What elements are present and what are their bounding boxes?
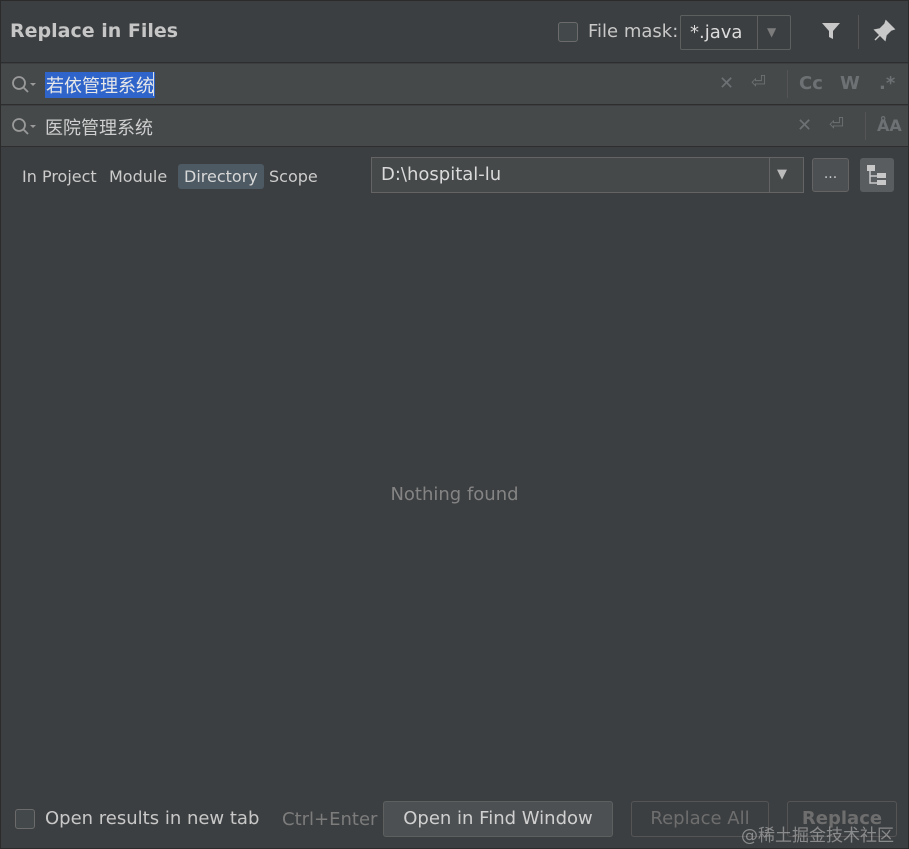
- combo-divider: [769, 158, 770, 192]
- regex-toggle[interactable]: .*: [879, 73, 895, 94]
- tab-scope[interactable]: Scope: [263, 164, 324, 189]
- match-case-toggle[interactable]: Cc: [799, 73, 823, 94]
- text-caret: [153, 72, 154, 96]
- options-divider: [787, 70, 788, 98]
- clear-icon[interactable]: ✕: [719, 73, 734, 94]
- header-divider: [858, 15, 859, 49]
- dialog-header: Replace in Files File mask: *.java ▼: [1, 1, 908, 63]
- replace-row: 医院管理系统 ✕ ⏎ ÅA: [1, 106, 908, 147]
- file-mask-value: *.java: [690, 22, 743, 43]
- dialog-title: Replace in Files: [10, 20, 179, 42]
- empty-results-message: Nothing found: [390, 484, 519, 505]
- clear-icon[interactable]: ✕: [797, 115, 812, 136]
- filter-icon[interactable]: [819, 19, 843, 47]
- replace-input[interactable]: 医院管理系统: [45, 114, 153, 140]
- watermark: @稀土掘金技术社区: [741, 826, 894, 846]
- find-input[interactable]: 若依管理系统: [45, 72, 155, 98]
- recursive-directory-toggle[interactable]: [860, 158, 894, 192]
- search-icon[interactable]: [11, 117, 37, 141]
- options-divider: [865, 112, 866, 140]
- tab-in-project[interactable]: In Project: [16, 164, 103, 189]
- chevron-down-icon[interactable]: ▼: [767, 25, 776, 39]
- chevron-down-icon[interactable]: ▼: [777, 167, 787, 182]
- replace-in-files-dialog: Replace in Files File mask: *.java ▼ 若依管…: [0, 0, 909, 849]
- shortcut-hint: Ctrl+Enter: [282, 809, 378, 830]
- combo-divider: [757, 16, 758, 49]
- newline-icon[interactable]: ⏎: [829, 114, 844, 135]
- directory-combo[interactable]: D:\hospital-lu ▼: [371, 157, 804, 193]
- tab-directory[interactable]: Directory: [178, 164, 264, 189]
- open-new-tab-checkbox[interactable]: [15, 809, 35, 829]
- open-in-find-window-button[interactable]: Open in Find Window: [383, 801, 613, 837]
- file-mask-checkbox[interactable]: [558, 22, 578, 42]
- file-mask-combo[interactable]: *.java ▼: [680, 15, 791, 50]
- file-mask-label: File mask:: [588, 21, 679, 42]
- open-new-tab-label: Open results in new tab: [45, 808, 260, 829]
- search-icon[interactable]: [11, 75, 37, 99]
- tab-module[interactable]: Module: [103, 164, 173, 189]
- directory-value: D:\hospital-lu: [381, 164, 502, 185]
- find-row: 若依管理系统 ✕ ⏎ Cc W .*: [1, 64, 908, 105]
- preserve-case-icon[interactable]: ÅA: [877, 116, 902, 135]
- pin-icon[interactable]: [872, 19, 896, 47]
- browse-button[interactable]: ...: [812, 158, 849, 192]
- folder-tree-icon: [860, 165, 894, 196]
- words-toggle[interactable]: W: [840, 73, 860, 94]
- newline-icon[interactable]: ⏎: [751, 72, 766, 93]
